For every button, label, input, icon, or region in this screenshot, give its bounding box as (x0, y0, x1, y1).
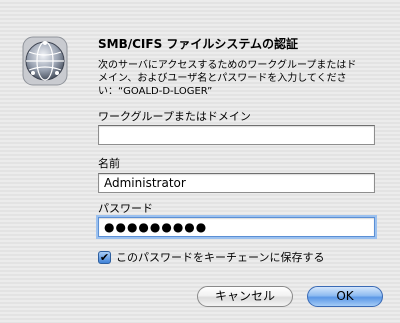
password-field[interactable] (98, 217, 375, 237)
remember-password-label: このパスワードをキーチェーンに保存する (116, 251, 325, 264)
remember-password-checkbox[interactable]: ✔ (98, 250, 111, 264)
ok-button[interactable]: OK (307, 286, 383, 307)
auth-dialog: SMB/CIFS ファイルシステムの認証 次のサーバにアクセスするためのワークグ… (0, 0, 400, 323)
remember-password-row[interactable]: ✔ このパスワードをキーチェーンに保存する (98, 249, 324, 265)
cancel-button[interactable]: キャンセル (197, 286, 293, 307)
dialog-message: 次のサーバにアクセスするためのワークグループまたはド メイン、およびユーザ名とパ… (98, 59, 383, 98)
message-line: メイン、およびユーザ名とパスワードを入力してくださ (98, 73, 347, 84)
workgroup-field[interactable] (98, 125, 375, 145)
password-label: パスワード (98, 202, 153, 215)
dialog-title: SMB/CIFS ファイルシステムの認証 (98, 37, 299, 51)
message-line: 次のサーバにアクセスするためのワークグループまたはド (98, 60, 357, 71)
name-field[interactable] (98, 173, 375, 193)
name-label: 名前 (98, 157, 120, 170)
message-line: い：“GOALD-D-LOGER” (98, 86, 213, 97)
network-globe-icon (17, 33, 73, 89)
workgroup-label: ワークグループまたはドメイン (98, 110, 251, 123)
